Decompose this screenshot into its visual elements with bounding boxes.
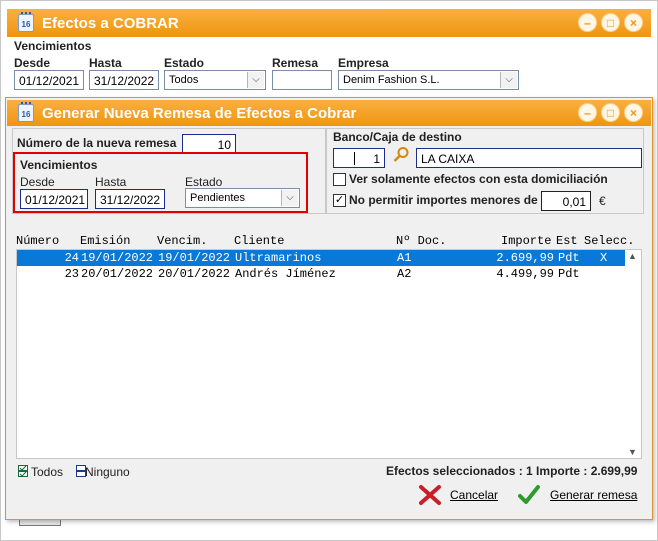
importes-checkbox[interactable]: ✓	[333, 194, 346, 207]
table-row[interactable]: 24 19/01/2022 19/01/2022 Ultramarinos A1…	[17, 250, 625, 266]
estado-select[interactable]: Pendientes ⌵	[185, 188, 300, 208]
outer-estado-select[interactable]: Todos ⌵	[164, 70, 266, 90]
maximize-icon[interactable]: □	[601, 103, 620, 122]
estado-label: Estado	[185, 175, 223, 189]
hasta-label: Hasta	[95, 175, 127, 189]
outer-empresa-label: Empresa	[338, 56, 389, 70]
chevron-down-icon[interactable]: ⌵	[281, 190, 298, 206]
close-icon[interactable]: ×	[624, 13, 643, 32]
outer-desde-field[interactable]: 01/12/2021	[14, 70, 84, 90]
outer-vencimientos-label: Vencimientos	[14, 39, 92, 53]
cell-est: Pdt	[558, 267, 580, 281]
outer-remesa-label: Remesa	[272, 56, 319, 70]
todos-link[interactable]: Todos	[31, 465, 63, 479]
calendar-icon: 16	[18, 12, 34, 32]
cell-emision: 20/01/2022	[81, 267, 154, 281]
cell-vencim: 20/01/2022	[158, 267, 231, 281]
desde-label: Desde	[20, 175, 55, 189]
outer-hasta-field[interactable]: 31/12/2022	[89, 70, 159, 90]
header-doc: Nº Doc.	[396, 234, 447, 248]
minimize-icon[interactable]: –	[578, 13, 597, 32]
checkmark-icon	[518, 485, 540, 504]
cell-est: Pdt	[558, 251, 580, 265]
check-all-icon[interactable]	[18, 465, 28, 477]
header-est: Est	[556, 234, 578, 248]
outer-estado-value: Todos	[169, 74, 199, 86]
cell-numero: 24	[64, 251, 79, 265]
estado-value: Pendientes	[190, 192, 246, 204]
chevron-down-icon[interactable]: ⌵	[247, 72, 264, 88]
banco-name-field: LA CAIXA	[416, 148, 642, 168]
header-numero: Número	[16, 234, 60, 248]
cell-doc: A1	[397, 251, 412, 265]
outer-estado-label: Estado	[164, 56, 205, 70]
domiciliacion-label: Ver solamente efectos con esta domicilia…	[349, 172, 608, 186]
efectos-table: 24 19/01/2022 19/01/2022 Ultramarinos A1…	[16, 249, 642, 459]
header-cliente: Cliente	[234, 234, 285, 248]
outer-empresa-value: Denim Fashion S.L.	[343, 74, 440, 86]
header-vencim: Vencim.	[157, 234, 208, 248]
cell-doc: A2	[397, 267, 412, 281]
header-selecc: Selecc.	[584, 234, 635, 248]
banco-code: 1	[373, 152, 380, 166]
domiciliacion-checkbox[interactable]	[333, 173, 346, 186]
maximize-icon[interactable]: □	[601, 13, 620, 32]
header-emision: Emisión	[80, 234, 131, 248]
outer-title: Efectos a COBRAR	[42, 14, 179, 32]
text-cursor	[354, 152, 355, 165]
importe-minimo-field[interactable]: 0,01	[541, 191, 591, 211]
magnifier-icon[interactable]	[392, 146, 410, 164]
close-icon[interactable]: ×	[624, 103, 643, 122]
scroll-up-icon[interactable]: ▲	[628, 251, 637, 261]
cell-importe: 2.699,99	[496, 251, 554, 265]
cell-cliente: Andrés Jíménez	[235, 267, 336, 281]
cell-cliente: Ultramarinos	[235, 251, 322, 265]
hasta-field[interactable]: 31/12/2022	[95, 189, 165, 209]
cancel-x-icon	[419, 485, 441, 505]
scroll-down-icon[interactable]: ▼	[628, 447, 637, 457]
cell-vencim: 19/01/2022	[158, 251, 231, 265]
cancel-button[interactable]: Cancelar	[418, 483, 508, 507]
dialog-title: Generar Nueva Remesa de Efectos a Cobrar	[42, 104, 357, 122]
outer-empresa-select[interactable]: Denim Fashion S.L. ⌵	[338, 70, 519, 90]
cancel-label: Cancelar	[450, 488, 499, 502]
table-row[interactable]: 23 20/01/2022 20/01/2022 Andrés Jíménez …	[17, 266, 625, 282]
vencimientos-title: Vencimientos	[20, 158, 98, 172]
outer-hasta-label: Hasta	[89, 56, 122, 70]
generar-remesa-dialog: 16 Generar Nueva Remesa de Efectos a Cob…	[5, 97, 653, 520]
table-scrollbar[interactable]: ▲ ▼	[625, 250, 641, 458]
chevron-down-icon[interactable]: ⌵	[500, 72, 517, 88]
numero-remesa-label: Número de la nueva remesa	[17, 136, 177, 150]
outer-desde-label: Desde	[14, 56, 51, 70]
cell-importe: 4.499,99	[496, 267, 554, 281]
cell-emision: 19/01/2022	[81, 251, 154, 265]
generar-remesa-button[interactable]: Generar remesa	[518, 483, 648, 507]
calendar-icon: 16	[18, 102, 34, 122]
table-header: Número Emisión Vencim. Cliente Nº Doc. I…	[16, 234, 642, 250]
desde-field[interactable]: 01/12/2021	[20, 189, 88, 209]
numero-remesa-field[interactable]: 10	[182, 134, 236, 154]
outer-titlebar: 16 Efectos a COBRAR – □ ×	[7, 9, 651, 37]
cell-selecc: X	[600, 251, 608, 265]
generar-remesa-label: Generar remesa	[550, 488, 638, 502]
euro-unit: €	[599, 194, 606, 208]
importes-label: No permitir importes menores de	[349, 193, 538, 207]
banco-label: Banco/Caja de destino	[333, 130, 462, 144]
vencimientos-group: Vencimientos Desde 01/12/2021 Hasta 31/1…	[13, 152, 308, 213]
cell-numero: 23	[64, 267, 79, 281]
dialog-titlebar: 16 Generar Nueva Remesa de Efectos a Cob…	[7, 100, 651, 126]
outer-remesa-field[interactable]	[272, 70, 332, 90]
ninguno-link[interactable]: Ninguno	[85, 465, 130, 479]
header-importe: Importe	[501, 234, 552, 248]
selection-summary: Efectos seleccionados : 1 Importe : 2.69…	[386, 464, 638, 478]
banco-code-field[interactable]: 1	[333, 148, 385, 168]
minimize-icon[interactable]: –	[578, 103, 597, 122]
